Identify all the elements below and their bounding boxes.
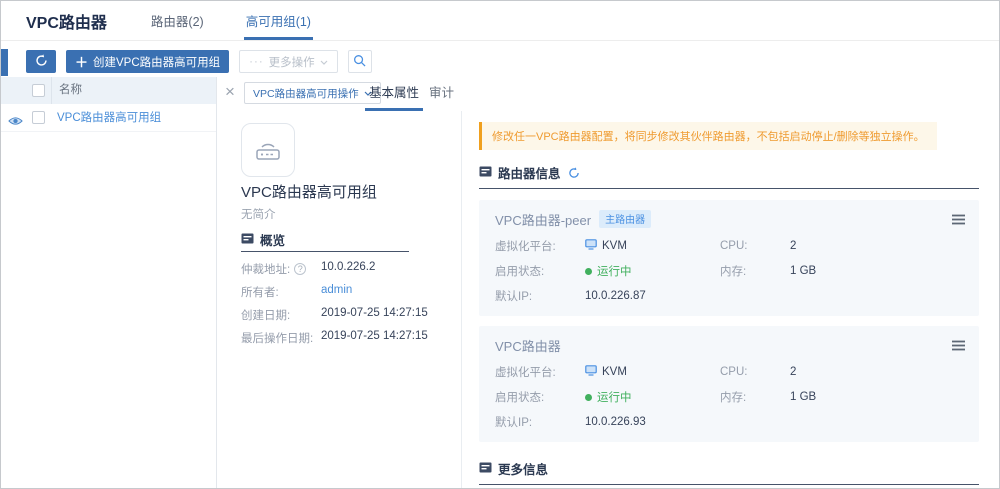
owner-link[interactable]: admin bbox=[321, 284, 352, 300]
name-column-header: 名称 bbox=[51, 77, 82, 104]
router-info-rule bbox=[479, 188, 979, 189]
router-info-heading-label: 路由器信息 bbox=[498, 163, 561, 182]
platform-label: 虚拟化平台: bbox=[495, 238, 585, 254]
field-last-op-date: 最后操作日期: 2019-07-25 14:27:15 bbox=[241, 330, 428, 346]
primary-router-badge: 主路由器 bbox=[599, 210, 651, 228]
detail-description: 无简介 bbox=[241, 206, 276, 222]
detail-content-column: 修改任一VPC路由器配置，将同步修改其伙伴路由器，不包括启动停止/删除等独立操作… bbox=[462, 111, 999, 488]
more-info-section-heading: 更多信息 bbox=[479, 459, 979, 478]
cpu-value: 2 bbox=[790, 366, 963, 378]
default-ip-label: 默认IP: bbox=[495, 414, 585, 430]
refresh-router-info-icon[interactable] bbox=[568, 167, 580, 179]
refresh-icon bbox=[35, 54, 48, 70]
section-icon bbox=[479, 165, 492, 181]
close-icon[interactable]: × bbox=[225, 81, 235, 103]
detail-title: VPC路由器高可用组 bbox=[241, 181, 377, 202]
create-date-label: 创建日期: bbox=[241, 307, 321, 323]
plus-icon: ＋ bbox=[75, 52, 88, 71]
eye-icon[interactable] bbox=[8, 113, 23, 131]
state-label: 启用状态: bbox=[495, 389, 585, 405]
router-card: VPC路由器 虚拟化平台: KVM CPU: 2 启用状态: 运行中 内存: bbox=[479, 326, 979, 442]
warning-banner: 修改任一VPC路由器配置，将同步修改其伙伴路由器，不包括启动停止/删除等独立操作… bbox=[479, 122, 937, 150]
platform-label: 虚拟化平台: bbox=[495, 364, 585, 380]
tab-basic-properties[interactable]: 基本属性 bbox=[369, 77, 419, 111]
table-row[interactable]: VPC路由器高可用组 bbox=[1, 104, 216, 132]
status-badge: 运行中 bbox=[597, 389, 632, 405]
create-date-value: 2019-07-25 14:27:15 bbox=[321, 307, 428, 323]
hypervisor-icon bbox=[585, 239, 597, 253]
cpu-value: 2 bbox=[790, 240, 963, 252]
router-card-peer: VPC路由器-peer 主路由器 虚拟化平台: KVM CPU: 2 启用状态:… bbox=[479, 200, 979, 316]
platform-text: KVM bbox=[602, 240, 627, 252]
page-header: VPC路由器 路由器(2) 高可用组(1) bbox=[1, 1, 999, 41]
default-ip-value: 10.0.226.93 bbox=[585, 416, 720, 428]
cpu-label: CPU: bbox=[720, 366, 790, 378]
section-icon bbox=[479, 461, 492, 477]
platform-value: KVM bbox=[585, 365, 720, 379]
overview-heading-label: 概览 bbox=[260, 230, 285, 249]
refresh-button[interactable] bbox=[26, 50, 56, 73]
platform-value: KVM bbox=[585, 239, 720, 253]
select-all-checkbox[interactable] bbox=[32, 84, 45, 97]
page-title: VPC路由器 bbox=[26, 9, 107, 33]
search-icon bbox=[353, 54, 366, 70]
toolbar-left-accent bbox=[1, 49, 8, 76]
card-menu-icon[interactable] bbox=[952, 212, 965, 230]
memory-label: 内存: bbox=[720, 263, 790, 279]
tab-ha-groups[interactable]: 高可用组(1) bbox=[244, 1, 313, 40]
status-dot bbox=[585, 268, 592, 275]
arbiter-address-label: 仲裁地址: bbox=[241, 261, 290, 277]
detail-summary-column: VPC路由器高可用组 无简介 概览 仲裁地址: 10.0.226.2 所有者: … bbox=[217, 111, 461, 488]
more-actions-label: 更多操作 bbox=[269, 54, 315, 70]
hypervisor-icon bbox=[585, 365, 597, 379]
detail-header: × VPC路由器高可用操作 基本属性 审计 bbox=[217, 77, 999, 111]
overview-rule bbox=[241, 251, 409, 252]
more-info-rule bbox=[479, 484, 979, 485]
row-checkbox[interactable] bbox=[32, 111, 45, 124]
list-header: 名称 bbox=[1, 77, 216, 104]
field-owner: 所有者: admin bbox=[241, 284, 352, 300]
actions-dropdown[interactable]: VPC路由器高可用操作 bbox=[244, 82, 381, 104]
detail-panel: × VPC路由器高可用操作 基本属性 审计 VPC路由器高可用组 bbox=[217, 77, 999, 488]
last-op-date-label: 最后操作日期: bbox=[241, 330, 321, 346]
status-dot bbox=[585, 394, 592, 401]
router-info-section-heading: 路由器信息 bbox=[479, 163, 979, 182]
router-card-title: VPC路由器-peer bbox=[495, 210, 591, 229]
field-create-date: 创建日期: 2019-07-25 14:27:15 bbox=[241, 307, 428, 323]
more-info-heading-label: 更多信息 bbox=[498, 459, 548, 478]
chevron-down-icon bbox=[320, 56, 328, 68]
card-menu-icon[interactable] bbox=[952, 338, 965, 356]
vpc-router-page: VPC路由器 路由器(2) 高可用组(1) ＋ 创建VPC路由器高可用组 更多操… bbox=[0, 0, 1000, 489]
toolbar: ＋ 创建VPC路由器高可用组 更多操作 bbox=[26, 50, 372, 73]
memory-value: 1 GB bbox=[790, 391, 963, 403]
actions-dropdown-label: VPC路由器高可用操作 bbox=[253, 86, 359, 101]
search-button[interactable] bbox=[348, 50, 372, 73]
arbiter-address-value: 10.0.226.2 bbox=[321, 261, 375, 277]
owner-label: 所有者: bbox=[241, 284, 321, 300]
status-badge: 运行中 bbox=[597, 263, 632, 279]
tab-audit[interactable]: 审计 bbox=[429, 77, 454, 111]
create-ha-group-button[interactable]: ＋ 创建VPC路由器高可用组 bbox=[66, 50, 229, 73]
ha-group-name-link[interactable]: VPC路由器高可用组 bbox=[57, 104, 161, 132]
memory-label: 内存: bbox=[720, 389, 790, 405]
help-icon[interactable] bbox=[294, 263, 306, 275]
state-label: 启用状态: bbox=[495, 263, 585, 279]
ha-group-icon bbox=[241, 123, 295, 177]
tab-routers[interactable]: 路由器(2) bbox=[149, 1, 206, 40]
cpu-label: CPU: bbox=[720, 240, 790, 252]
overview-section-heading: 概览 bbox=[241, 230, 285, 249]
platform-text: KVM bbox=[602, 366, 627, 378]
header-tabs: 路由器(2) 高可用组(1) bbox=[149, 1, 351, 40]
ha-group-list: 名称 VPC路由器高可用组 bbox=[1, 77, 217, 488]
memory-value: 1 GB bbox=[790, 265, 963, 277]
section-icon bbox=[241, 232, 254, 248]
create-ha-group-label: 创建VPC路由器高可用组 bbox=[93, 54, 220, 70]
default-ip-label: 默认IP: bbox=[495, 288, 585, 304]
field-arbiter-address: 仲裁地址: 10.0.226.2 bbox=[241, 261, 375, 277]
last-op-date-value: 2019-07-25 14:27:15 bbox=[321, 330, 428, 346]
router-card-title: VPC路由器 bbox=[495, 336, 561, 355]
default-ip-value: 10.0.226.87 bbox=[585, 290, 720, 302]
more-actions-button[interactable]: 更多操作 bbox=[239, 50, 338, 73]
